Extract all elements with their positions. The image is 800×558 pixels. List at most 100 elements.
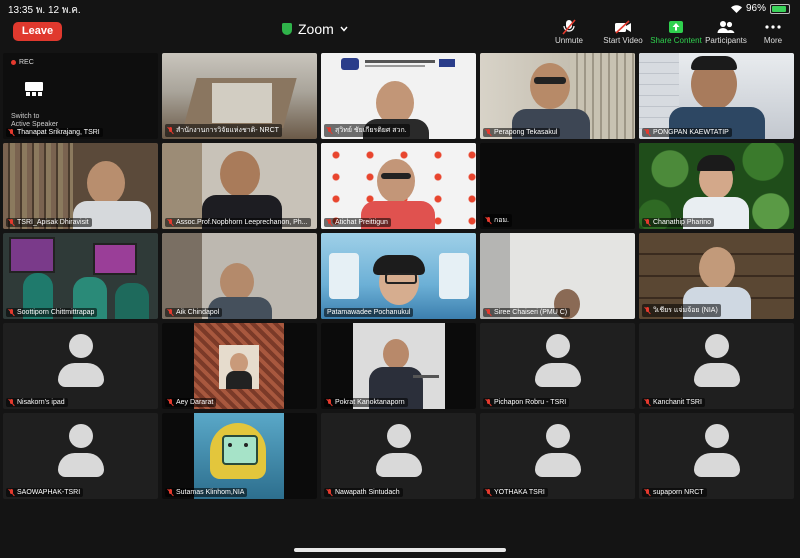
participant-name: Patamawadee Pochanukul xyxy=(324,308,414,317)
participant-name: Thanapat Srikrajang, TSRI xyxy=(6,128,103,137)
participant-name: สุวิทย์ ชัยเกียรติยศ สวก. xyxy=(324,124,410,137)
more-label: More xyxy=(763,36,783,45)
participant-name: supaporn NRCT xyxy=(642,488,707,497)
shield-icon xyxy=(282,23,292,35)
leave-button[interactable]: Leave xyxy=(13,22,62,41)
video-feed xyxy=(480,53,635,139)
mic-off-icon xyxy=(9,399,15,406)
video-feed xyxy=(3,233,158,319)
participant-name-text: Pokrat Kanoktanaporn xyxy=(335,399,405,406)
unmute-button[interactable]: Unmute xyxy=(539,18,599,45)
share-icon xyxy=(669,21,683,33)
video-feed xyxy=(639,53,794,139)
mic-off-icon xyxy=(486,309,492,316)
participant-tile[interactable]: Perapong Tekasakul xyxy=(480,53,635,139)
meeting-title-text: Zoom xyxy=(298,21,334,37)
video-feed xyxy=(639,143,794,229)
participant-name-text: Aey Dararat xyxy=(176,399,214,406)
participant-tile[interactable]: สำนักงานการวิจัยแห่งชาติ- NRCT xyxy=(162,53,317,139)
participant-tile[interactable]: YOTHAKA TSRI xyxy=(480,413,635,499)
more-button[interactable]: More xyxy=(743,18,800,45)
participant-name-text: YOTHAKA TSRI xyxy=(494,489,545,496)
rec-label: REC xyxy=(19,59,34,66)
unmute-label: Unmute xyxy=(554,36,583,45)
participant-name-text: Nawapath Sintudach xyxy=(335,489,400,496)
chevron-down-icon xyxy=(340,26,348,32)
participant-name-text: SAOWAPHAK-TSRI xyxy=(17,489,81,496)
participant-name-text: Pichapon Robru - TSRI xyxy=(494,399,567,406)
participant-name-text: Perapong Tekasakul xyxy=(494,129,558,136)
participant-name-text: supaporn NRCT xyxy=(653,489,704,496)
participant-tile[interactable]: Nisakorn's ipad xyxy=(3,323,158,409)
participant-name: สำนักงานการวิจัยแห่งชาติ- NRCT xyxy=(165,124,282,137)
participant-tile[interactable]: Soottiporn Chittmittrapap xyxy=(3,233,158,319)
participant-name-text: Thanapat Srikrajang, TSRI xyxy=(17,129,100,136)
participant-name: Chanathip Pharino xyxy=(642,218,714,227)
participant-name: Kanchanit TSRI xyxy=(642,398,705,407)
mic-off-icon xyxy=(327,127,333,134)
clock-date: พ. 12 พ.ค. xyxy=(35,5,81,16)
participant-tile[interactable]: วิเชียร แจ่มจ้อย (NIA) xyxy=(639,233,794,319)
participant-name-text: PONGPAN KAEWTATIP xyxy=(653,129,729,136)
participant-name-text: Chanathip Pharino xyxy=(653,219,711,226)
participant-tile[interactable]: Sutamas Klinhom,NIA xyxy=(162,413,317,499)
mic-off-icon xyxy=(645,307,651,314)
participant-name: Nawapath Sintudach xyxy=(324,488,403,497)
participant-tile[interactable]: REC Switch to Active Speaker Thanapat Sri… xyxy=(3,53,158,139)
video-feed xyxy=(321,143,476,229)
participant-name: Perapong Tekasakul xyxy=(483,128,561,137)
switch-label-1: Switch to xyxy=(11,113,40,120)
participant-tile[interactable]: Nawapath Sintudach xyxy=(321,413,476,499)
gallery-grid: REC Switch to Active Speaker Thanapat Sri… xyxy=(3,53,797,499)
participant-tile[interactable]: supaporn NRCT xyxy=(639,413,794,499)
mic-off-icon xyxy=(9,219,15,226)
switch-active-speaker[interactable]: Switch to Active Speaker xyxy=(11,113,58,129)
participant-name-text: สุวิทย์ ชัยเกียรติยศ สวก. xyxy=(335,127,407,134)
participant-tile[interactable]: Atichat Preittigun xyxy=(321,143,476,229)
participant-tile[interactable]: Chanathip Pharino xyxy=(639,143,794,229)
more-icon xyxy=(765,25,781,29)
participant-name: วิเชียร แจ่มจ้อย (NIA) xyxy=(642,304,721,317)
participant-name: Soottiporn Chittmittrapap xyxy=(6,308,98,317)
participant-tile[interactable]: TSRI_Apisak Dhiravisit xyxy=(3,143,158,229)
clock-time: 13:35 xyxy=(8,5,34,16)
mic-off-icon xyxy=(645,399,651,406)
mic-off-icon xyxy=(168,399,174,406)
status-right: 96% xyxy=(730,3,790,14)
avatar-placeholder xyxy=(54,334,108,394)
participant-tile[interactable]: กอม. xyxy=(480,143,635,229)
participant-name: Sutamas Klinhom,NIA xyxy=(165,488,248,497)
record-dot-icon xyxy=(11,60,16,65)
mic-off-icon xyxy=(486,489,492,496)
participant-tile-active-speaker[interactable]: Patamawadee Pochanukul xyxy=(321,233,476,319)
avatar-placeholder xyxy=(531,334,585,394)
participant-name: Pichapon Robru - TSRI xyxy=(483,398,570,407)
avatar-placeholder xyxy=(531,424,585,484)
participant-tile[interactable]: สุวิทย์ ชัยเกียรติยศ สวก. xyxy=(321,53,476,139)
participant-tile[interactable]: Aik Chindapol xyxy=(162,233,317,319)
participant-tile[interactable]: Kanchanit TSRI xyxy=(639,323,794,409)
video-feed xyxy=(321,323,476,409)
participant-name-text: กอม. xyxy=(494,217,510,224)
participant-tile[interactable]: SAOWAPHAK-TSRI xyxy=(3,413,158,499)
start-video-button[interactable]: Start Video xyxy=(593,18,653,45)
mic-off-icon xyxy=(168,127,174,134)
participant-tile[interactable]: Aey Dararat xyxy=(162,323,317,409)
participant-name-text: Kanchanit TSRI xyxy=(653,399,702,406)
participant-tile[interactable]: Siree Chaiseri (PMU C) xyxy=(480,233,635,319)
mic-off-icon xyxy=(486,129,492,136)
video-feed xyxy=(162,233,317,319)
avatar-placeholder xyxy=(54,424,108,484)
participant-name-text: Siree Chaiseri (PMU C) xyxy=(494,309,568,316)
meeting-title[interactable]: Zoom xyxy=(282,21,348,37)
participant-tile[interactable]: Pokrat Kanoktanaporn xyxy=(321,323,476,409)
avatar-placeholder xyxy=(690,424,744,484)
home-indicator[interactable] xyxy=(294,548,506,552)
video-feed xyxy=(162,143,317,229)
participant-name-text: Assoc.Prof.Nopbhorn Leeprechanon, Ph... xyxy=(176,219,308,226)
participant-tile[interactable]: Pichapon Robru - TSRI xyxy=(480,323,635,409)
mic-off-icon xyxy=(486,399,492,406)
participant-tile[interactable]: Assoc.Prof.Nopbhorn Leeprechanon, Ph... xyxy=(162,143,317,229)
mic-off-icon xyxy=(168,219,174,226)
participant-tile[interactable]: PONGPAN KAEWTATIP xyxy=(639,53,794,139)
